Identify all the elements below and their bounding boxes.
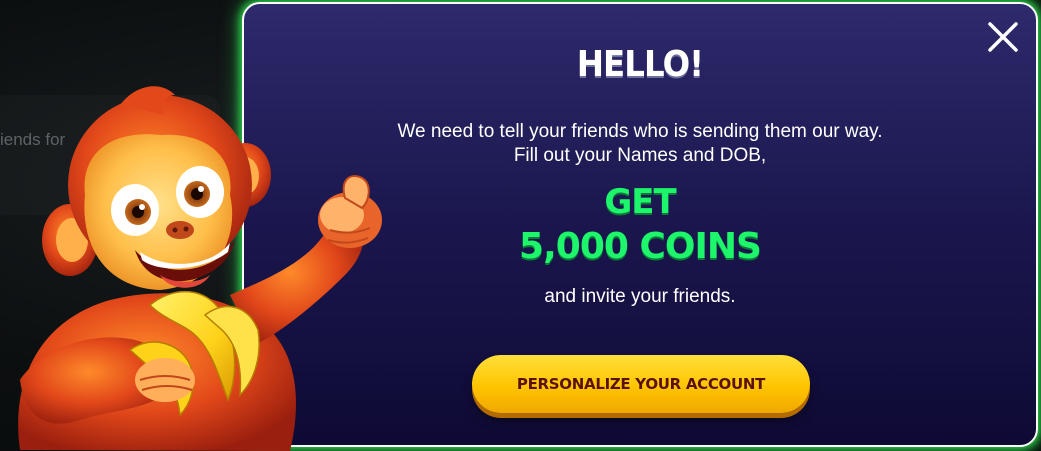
- screen: iends for HELLO! We need to tell your fr…: [0, 0, 1041, 451]
- cta-label: PERSONALIZE YOUR ACCOUNT: [516, 375, 766, 393]
- monkey-mascot-illustration: [18, 86, 382, 451]
- personalize-account-button[interactable]: PERSONALIZE YOUR ACCOUNT: [472, 355, 810, 413]
- modal-title: HELLO!: [576, 44, 704, 85]
